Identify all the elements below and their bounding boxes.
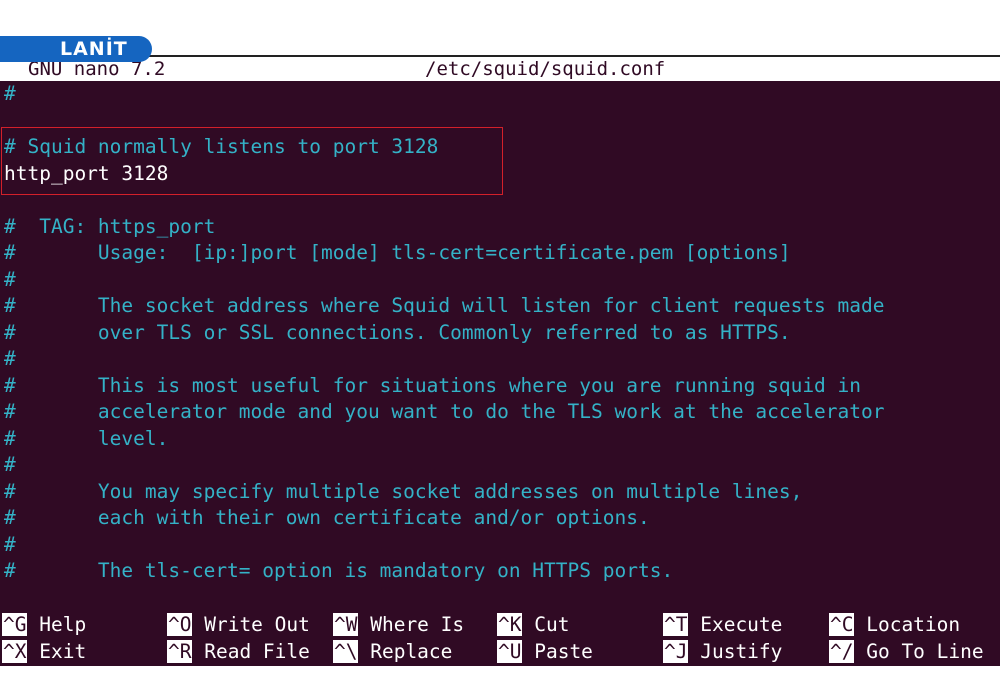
shortcut-item[interactable]: ^G Help [2, 612, 86, 638]
editor-line: # [4, 453, 16, 476]
shortcut-item[interactable]: ^O Write Out [167, 612, 310, 638]
shortcut-key: ^U [497, 640, 523, 663]
editor-line: # TAG: https_port [4, 214, 216, 238]
editor-area[interactable]: # # Squid normally listens to port 3128 ht… [0, 81, 1000, 666]
shortcut-item[interactable]: ^/ Go To Line [829, 639, 984, 665]
shortcut-label: Help [27, 613, 87, 636]
shortcut-label: Cut [522, 613, 570, 636]
shortcut-key: ^\ [333, 640, 359, 663]
shortcut-key: ^K [497, 613, 523, 636]
shortcut-key: ^T [663, 613, 689, 636]
shortcut-item[interactable]: ^C Location [829, 612, 960, 638]
shortcut-label: Paste [522, 640, 593, 663]
shortcut-label: Justify [688, 640, 783, 663]
shortcut-item[interactable]: ^R Read File [167, 639, 310, 665]
editor-line: # level. [4, 426, 169, 450]
shortcut-key: ^R [167, 640, 193, 663]
shortcut-label: Read File [192, 640, 310, 663]
shortcut-item[interactable]: ^U Paste [497, 639, 593, 665]
shortcut-label: Location [854, 613, 961, 636]
shortcut-item[interactable]: ^T Execute [663, 612, 782, 638]
editor-line: # each with their own certificate and/or… [4, 506, 650, 529]
shortcut-bar: ^G Help ^O Write Out ^W Where Is ^K Cut ^T E… [0, 610, 1000, 666]
shortcut-item[interactable]: ^W Where Is [333, 612, 464, 638]
shortcut-key: ^J [663, 640, 689, 663]
shortcut-label: Exit [27, 640, 87, 663]
shortcut-label: Write Out [192, 613, 310, 636]
shortcut-label: Replace [358, 640, 453, 663]
editor-line: # Usage: [ip:]port [mode] tls-cert=certi… [4, 241, 791, 264]
editor-line: # [4, 532, 16, 556]
shortcut-item[interactable]: ^\ Replace [333, 639, 452, 665]
editor-line: # The tls-cert= option is mandatory on H… [4, 559, 674, 582]
file-path: /etc/squid/squid.conf [425, 58, 666, 80]
shortcut-item[interactable]: ^X Exit [2, 639, 86, 665]
brand-logo: LANİT [0, 36, 152, 62]
editor-line: # The socket address where Squid will li… [4, 294, 885, 317]
shortcut-label: Execute [688, 613, 783, 636]
shortcut-key: ^/ [829, 640, 855, 663]
editor-line: # accelerator mode and you want to do th… [4, 400, 885, 423]
editor-line: # You may specify multiple socket addres… [4, 479, 803, 503]
editor-line: # [4, 347, 16, 370]
editor-line: # This is most useful for situations whe… [4, 373, 862, 397]
shortcut-key: ^X [2, 640, 28, 663]
shortcut-key: ^C [829, 613, 855, 636]
editor-line: # [4, 267, 16, 291]
editor-line: # over TLS or SSL connections. Commonly … [4, 320, 791, 344]
highlight-box [1, 127, 503, 195]
shortcut-item[interactable]: ^K Cut [497, 612, 569, 638]
nano-titlebar: GNU nano 7.2 /etc/squid/squid.conf [0, 55, 1000, 81]
shortcut-item[interactable]: ^J Justify [663, 639, 782, 665]
shortcut-key: ^O [167, 613, 193, 636]
shortcut-key: ^G [2, 613, 28, 636]
shortcut-key: ^W [333, 613, 359, 636]
shortcut-label: Go To Line [854, 640, 984, 663]
shortcut-label: Where Is [358, 613, 465, 636]
editor-line: # [4, 82, 16, 105]
